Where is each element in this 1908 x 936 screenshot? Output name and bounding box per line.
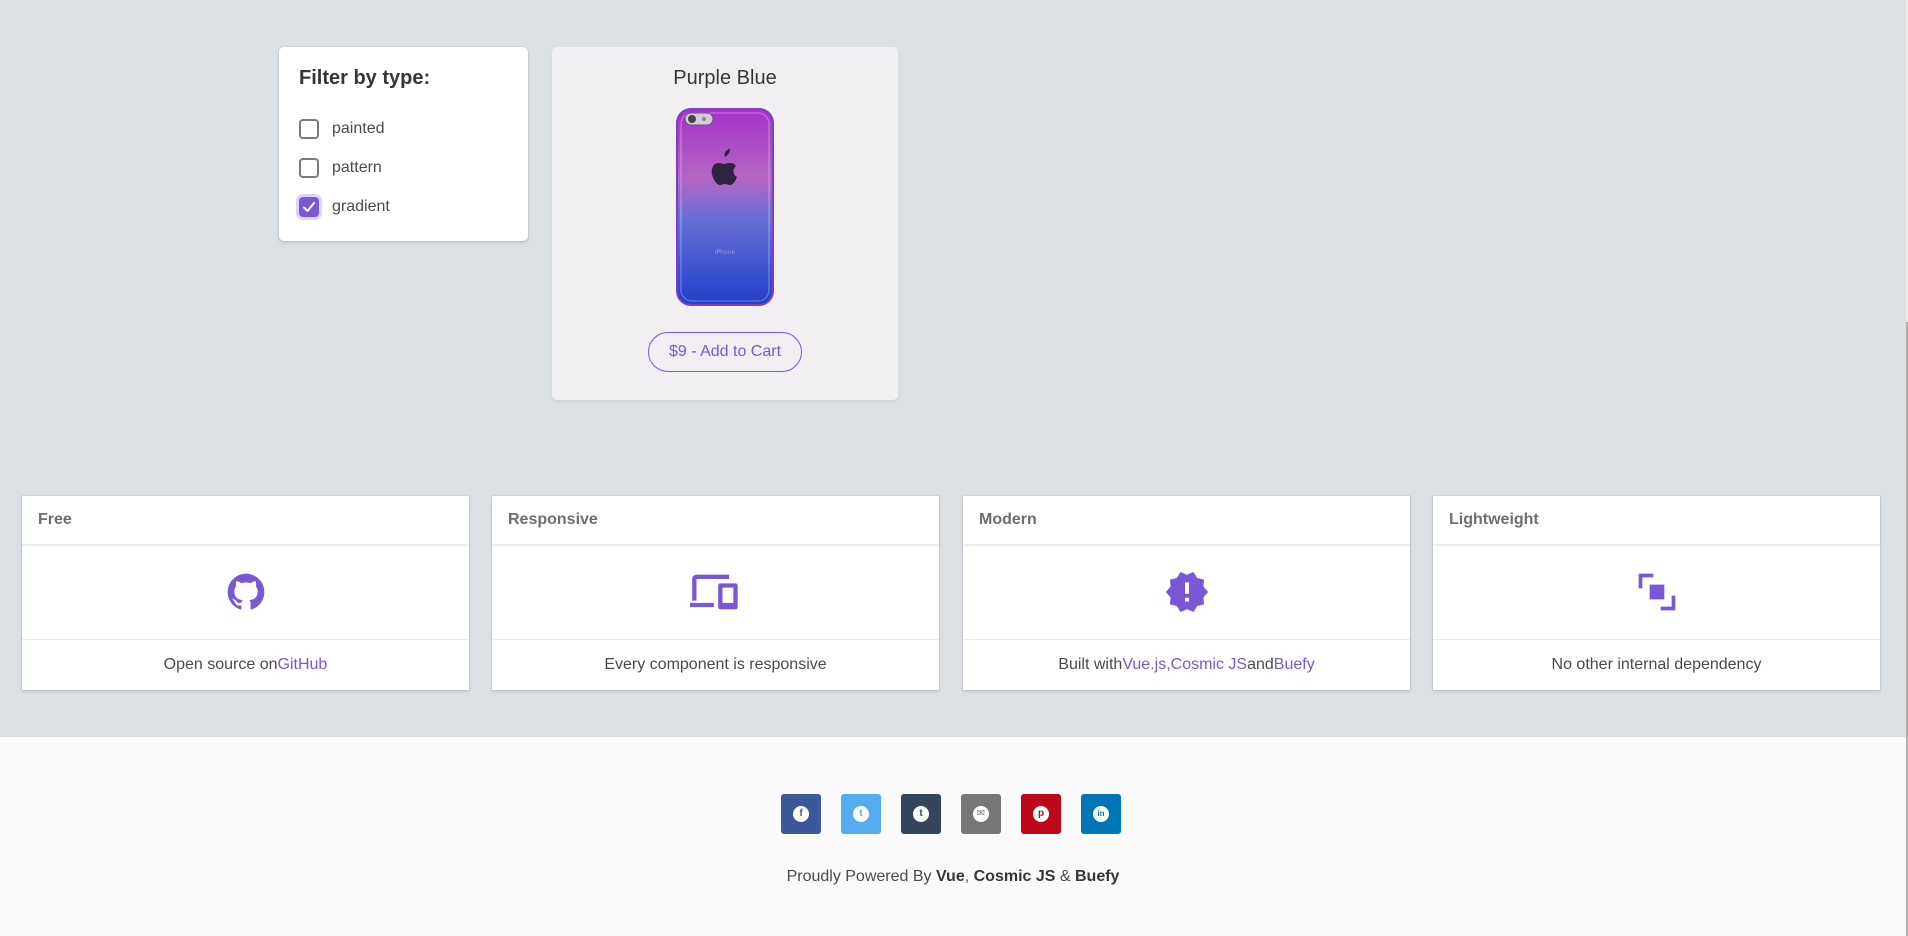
- feature-card-responsive: Responsive Every component is responsive: [492, 496, 939, 690]
- feature-footer: No other internal dependency: [1433, 640, 1880, 690]
- filter-option-label: painted: [332, 119, 385, 137]
- twitter-icon: t: [853, 806, 869, 822]
- powered-by-text: Proudly Powered By Vue, Cosmic JS & Buef…: [0, 868, 1906, 886]
- pinterest-icon: p: [1033, 806, 1049, 822]
- feature-header: Responsive: [492, 496, 939, 545]
- product-name: Purple Blue: [673, 67, 777, 89]
- feature-footer: Built with Vue.js, Cosmic JS and Buefy: [963, 640, 1410, 690]
- arrange-icon: [1638, 573, 1675, 611]
- product-card: Purple Blue iPhone $9 - Add to Cart: [552, 47, 898, 400]
- github-link[interactable]: GitHub: [278, 656, 328, 674]
- feature-header: Lightweight: [1433, 496, 1880, 545]
- product-image: iPhone: [675, 107, 775, 307]
- and-text: and: [1247, 656, 1274, 673]
- svg-text:iPhone: iPhone: [715, 249, 736, 256]
- filter-option-pattern[interactable]: pattern: [299, 148, 508, 187]
- filter-panel: Filter by type: painted pattern gradient: [279, 47, 528, 241]
- feature-text: Open source on: [163, 656, 278, 673]
- filter-title: Filter by type:: [299, 67, 431, 89]
- linkedin-icon: in: [1093, 806, 1109, 822]
- feature-text: Built with: [1058, 656, 1123, 673]
- feature-footer: Every component is responsive: [492, 640, 939, 690]
- buefy-link[interactable]: Buefy: [1274, 656, 1315, 674]
- powered-buefy: Buefy: [1074, 868, 1120, 885]
- devices-icon: [689, 574, 738, 610]
- site-footer: f t t ✉ p in Proudly Powered By Vue, Cos…: [0, 737, 1906, 936]
- share-facebook-button[interactable]: f: [781, 794, 821, 834]
- powered-sep: &: [1055, 868, 1075, 885]
- powered-sep: ,: [964, 868, 974, 885]
- share-linkedin-button[interactable]: in: [1081, 794, 1121, 834]
- feature-body: [22, 545, 469, 640]
- filter-option-label: gradient: [332, 197, 390, 215]
- share-tumblr-button[interactable]: t: [901, 794, 941, 834]
- pattern-checkbox[interactable]: [299, 157, 319, 178]
- vuejs-link[interactable]: Vue.js: [1122, 656, 1166, 674]
- github-icon: [227, 573, 264, 610]
- gradient-checkbox[interactable]: [299, 196, 319, 217]
- filter-option-painted[interactable]: painted: [299, 109, 508, 148]
- feature-text: Every component is responsive: [604, 656, 827, 673]
- page: Filter by type: painted pattern gradient…: [0, 0, 1908, 936]
- filter-option-label: pattern: [332, 158, 382, 176]
- feature-body: [492, 545, 939, 640]
- feature-header: Modern: [963, 496, 1410, 545]
- share-buttons: f t t ✉ p in: [781, 794, 1121, 834]
- feature-card-free: Free Open source on GitHub: [22, 496, 469, 690]
- feature-body: [963, 545, 1410, 640]
- share-email-button[interactable]: ✉: [961, 794, 1001, 834]
- tumblr-icon: t: [913, 806, 929, 822]
- facebook-icon: f: [793, 806, 809, 822]
- powered-cosmic: Cosmic JS: [973, 868, 1056, 885]
- feature-body: [1433, 545, 1880, 640]
- feature-text: No other internal dependency: [1551, 656, 1762, 673]
- email-icon: ✉: [973, 806, 989, 822]
- checkmark-icon: [303, 201, 315, 212]
- share-twitter-button[interactable]: t: [841, 794, 881, 834]
- filter-option-gradient[interactable]: gradient: [299, 187, 508, 226]
- feature-card-lightweight: Lightweight No other internal dependency: [1433, 496, 1880, 690]
- share-pinterest-button[interactable]: p: [1021, 794, 1061, 834]
- painted-checkbox[interactable]: [299, 118, 319, 139]
- feature-header: Free: [22, 496, 469, 545]
- cosmicjs-link[interactable]: Cosmic JS: [1171, 656, 1247, 674]
- feature-card-modern: Modern Built with Vue.js, Cosmic JS and …: [963, 496, 1410, 690]
- add-to-cart-button[interactable]: $9 - Add to Cart: [647, 332, 803, 372]
- feature-footer: Open source on GitHub: [22, 640, 469, 690]
- powered-vue: Vue: [935, 868, 965, 885]
- powered-prefix: Proudly Powered By: [786, 868, 936, 885]
- alert-decagram-icon: [1165, 571, 1208, 613]
